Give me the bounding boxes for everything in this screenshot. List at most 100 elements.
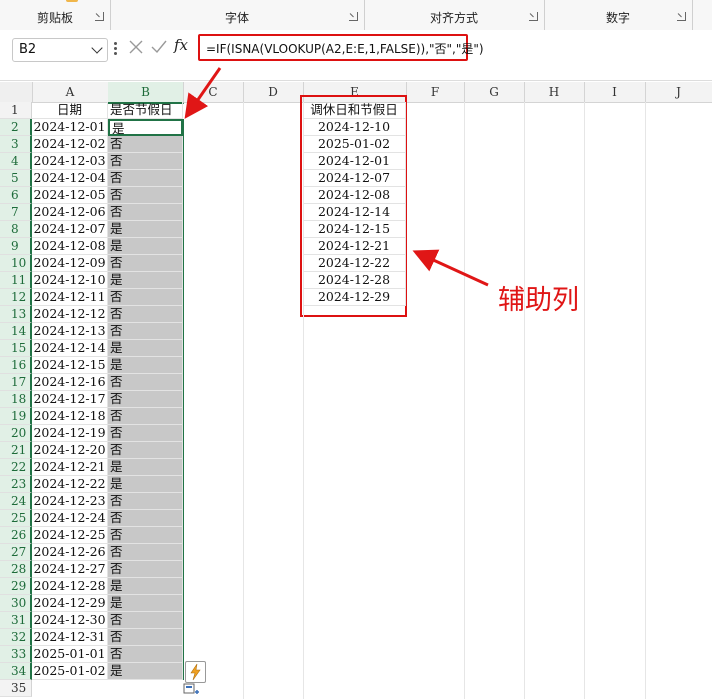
column-header-g[interactable]: G	[464, 82, 525, 102]
row-header-16[interactable]: 16	[0, 357, 32, 374]
cell-e4[interactable]: 2024-12-01	[303, 153, 406, 170]
cell-a9[interactable]: 2024-12-08	[32, 238, 108, 255]
row-header-21[interactable]: 21	[0, 442, 32, 459]
cell-a5[interactable]: 2024-12-04	[32, 170, 108, 187]
cell-b22[interactable]: 是	[108, 459, 183, 476]
cell-b13[interactable]: 否	[108, 306, 183, 323]
row-header-17[interactable]: 17	[0, 374, 32, 391]
row-header-29[interactable]: 29	[0, 578, 32, 595]
dialog-launcher-icon[interactable]	[677, 12, 686, 21]
header-is-holiday[interactable]: 是否节假日	[108, 102, 183, 119]
cell-a28[interactable]: 2024-12-27	[32, 561, 108, 578]
cell-b34[interactable]: 是	[108, 663, 183, 680]
cell-a26[interactable]: 2024-12-25	[32, 527, 108, 544]
insert-function-icon[interactable]: fx	[174, 36, 188, 54]
cell-e7[interactable]: 2024-12-14	[303, 204, 406, 221]
cell-a17[interactable]: 2024-12-16	[32, 374, 108, 391]
row-header-11[interactable]: 11	[0, 272, 32, 289]
cell-a4[interactable]: 2024-12-03	[32, 153, 108, 170]
row-header-5[interactable]: 5	[0, 170, 32, 187]
empty-column-g[interactable]	[464, 102, 525, 699]
cell-b27[interactable]: 否	[108, 544, 183, 561]
cell-e6[interactable]: 2024-12-08	[303, 187, 406, 204]
row-header-6[interactable]: 6	[0, 187, 32, 204]
cell-a30[interactable]: 2024-12-29	[32, 595, 108, 612]
header-date[interactable]: 日期	[32, 102, 108, 119]
cell-a20[interactable]: 2024-12-19	[32, 425, 108, 442]
cell-b9[interactable]: 是	[108, 238, 183, 255]
column-header-d[interactable]: D	[243, 82, 304, 102]
cell-b24[interactable]: 否	[108, 493, 183, 510]
cell-a29[interactable]: 2024-12-28	[32, 578, 108, 595]
cell-e9[interactable]: 2024-12-21	[303, 238, 406, 255]
cell-b17[interactable]: 否	[108, 374, 183, 391]
dialog-launcher-icon[interactable]	[349, 12, 358, 21]
column-header-f[interactable]: F	[406, 82, 465, 102]
cell-b10[interactable]: 否	[108, 255, 183, 272]
cell-b31[interactable]: 否	[108, 612, 183, 629]
column-header-b[interactable]: B	[108, 82, 184, 104]
cell-e2[interactable]: 2024-12-10	[303, 119, 406, 136]
cell-a11[interactable]: 2024-12-10	[32, 272, 108, 289]
cell-b6[interactable]: 否	[108, 187, 183, 204]
row-header-19[interactable]: 19	[0, 408, 32, 425]
row-header-35[interactable]: 35	[0, 680, 32, 697]
cell-a2[interactable]: 2024-12-01	[32, 119, 108, 136]
cell-e12[interactable]: 2024-12-29	[303, 289, 406, 306]
row-header-12[interactable]: 12	[0, 289, 32, 306]
row-header-26[interactable]: 26	[0, 527, 32, 544]
cell-b26[interactable]: 否	[108, 527, 183, 544]
row-header-18[interactable]: 18	[0, 391, 32, 408]
row-header-4[interactable]: 4	[0, 153, 32, 170]
cell-b5[interactable]: 否	[108, 170, 183, 187]
empty-column-d[interactable]	[243, 102, 304, 699]
cell-b4[interactable]: 否	[108, 153, 183, 170]
cell-b2[interactable]: 是	[108, 119, 183, 136]
row-header-8[interactable]: 8	[0, 221, 32, 238]
cell-b11[interactable]: 是	[108, 272, 183, 289]
cell-b16[interactable]: 是	[108, 357, 183, 374]
column-header-i[interactable]: I	[584, 82, 646, 102]
cell-a10[interactable]: 2024-12-09	[32, 255, 108, 272]
cell-b25[interactable]: 否	[108, 510, 183, 527]
dialog-launcher-icon[interactable]	[529, 12, 538, 21]
row-header-22[interactable]: 22	[0, 459, 32, 476]
column-header-h[interactable]: H	[524, 82, 585, 102]
column-header-a[interactable]: A	[32, 82, 109, 102]
formula-input[interactable]: =IF(ISNA(VLOOKUP(A2,E:E,1,FALSE)),"否","是…	[198, 34, 484, 61]
row-header-2[interactable]: 2	[0, 119, 32, 136]
row-header-20[interactable]: 20	[0, 425, 32, 442]
cell-b18[interactable]: 否	[108, 391, 183, 408]
header-adjusted-holidays[interactable]: 调休日和节假日	[303, 102, 406, 119]
row-header-3[interactable]: 3	[0, 136, 32, 153]
row-header-33[interactable]: 33	[0, 646, 32, 663]
cell-b33[interactable]: 否	[108, 646, 183, 663]
cell-a32[interactable]: 2024-12-31	[32, 629, 108, 646]
cell-a19[interactable]: 2024-12-18	[32, 408, 108, 425]
cell-e11[interactable]: 2024-12-28	[303, 272, 406, 289]
column-header-c[interactable]: C	[183, 82, 244, 102]
cell-b7[interactable]: 否	[108, 204, 183, 221]
cell-e10[interactable]: 2024-12-22	[303, 255, 406, 272]
cell-b20[interactable]: 否	[108, 425, 183, 442]
cell-a13[interactable]: 2024-12-12	[32, 306, 108, 323]
cell-a22[interactable]: 2024-12-21	[32, 459, 108, 476]
row-header-15[interactable]: 15	[0, 340, 32, 357]
cell-e8[interactable]: 2024-12-15	[303, 221, 406, 238]
row-header-31[interactable]: 31	[0, 612, 32, 629]
more-options-icon[interactable]	[114, 40, 118, 58]
cell-e3[interactable]: 2025-01-02	[303, 136, 406, 153]
row-header-34[interactable]: 34	[0, 663, 32, 680]
cell-a8[interactable]: 2024-12-07	[32, 221, 108, 238]
cell-a14[interactable]: 2024-12-13	[32, 323, 108, 340]
cell-a34[interactable]: 2025-01-02	[32, 663, 108, 680]
cell-b30[interactable]: 是	[108, 595, 183, 612]
dialog-launcher-icon[interactable]	[95, 12, 104, 21]
cell-a18[interactable]: 2024-12-17	[32, 391, 108, 408]
cell-b15[interactable]: 是	[108, 340, 183, 357]
enter-check-icon[interactable]	[150, 39, 168, 55]
row-header-25[interactable]: 25	[0, 510, 32, 527]
cell-b21[interactable]: 否	[108, 442, 183, 459]
cell-b14[interactable]: 否	[108, 323, 183, 340]
row-header-13[interactable]: 13	[0, 306, 32, 323]
